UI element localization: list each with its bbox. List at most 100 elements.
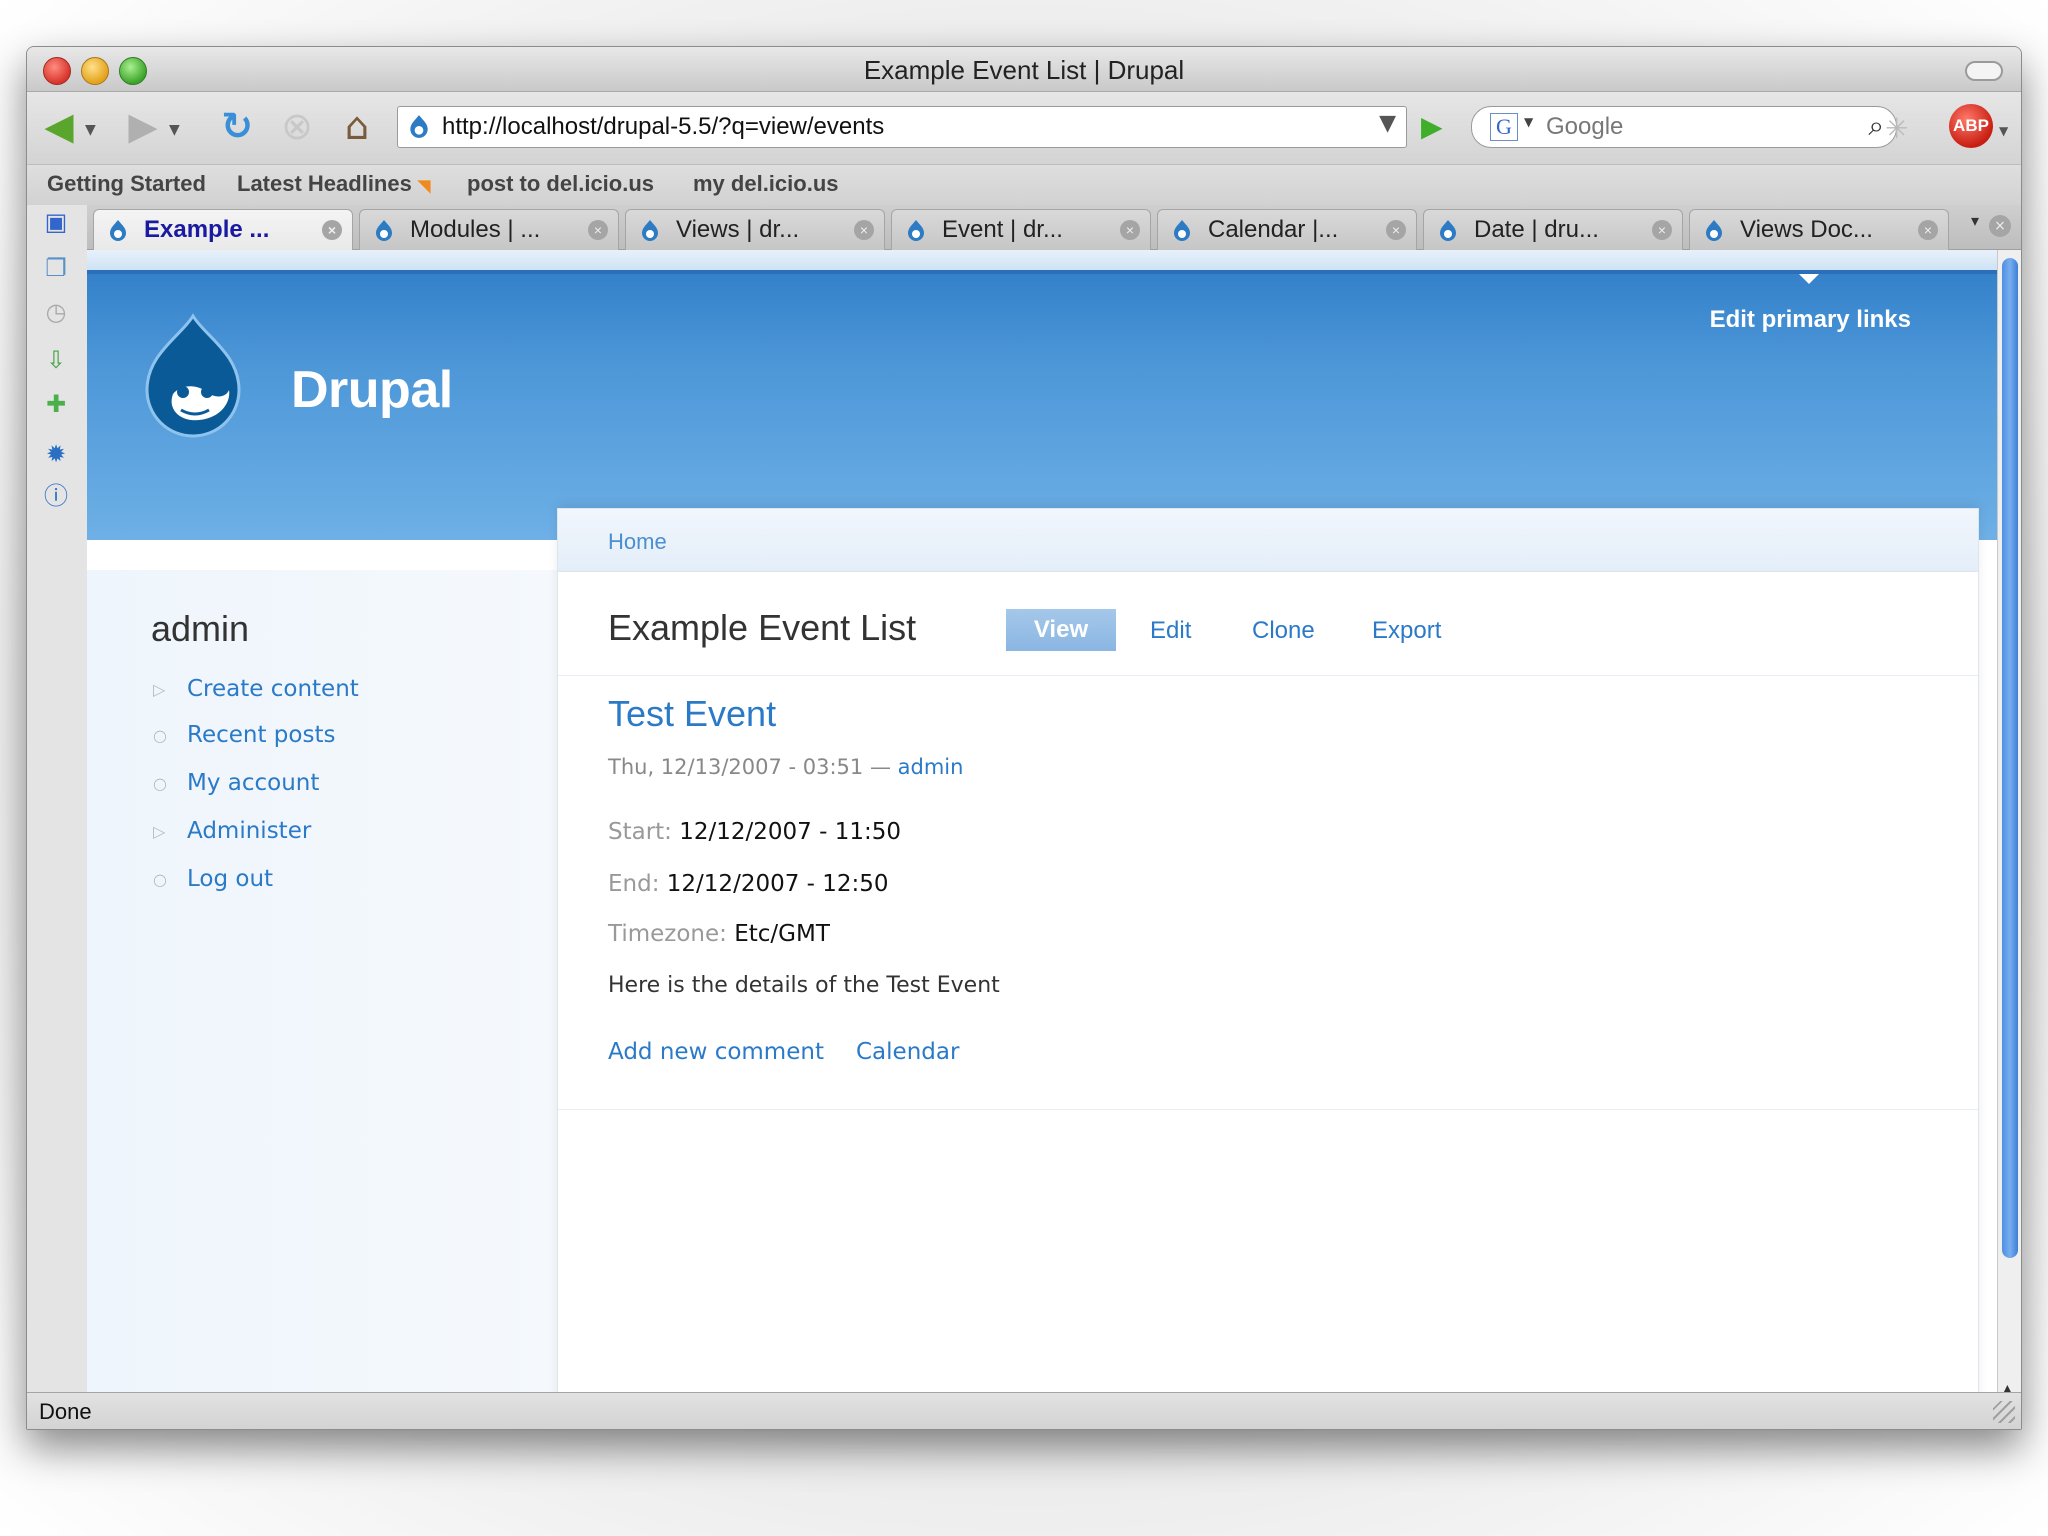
url-bar[interactable]: http://localhost/drupal-5.5/?q=view/even… (397, 106, 1407, 148)
calendar-link[interactable]: Calendar (856, 1039, 959, 1065)
title-bar: Example Event List | Drupal (27, 47, 2021, 92)
url-text[interactable]: http://localhost/drupal-5.5/?q=view/even… (442, 113, 884, 141)
drupal-logo-icon[interactable] (133, 312, 253, 440)
field-value: 12/12/2007 - 12:50 (666, 871, 889, 897)
downloads-icon[interactable]: ⇩ (41, 345, 71, 375)
screenshot-icon[interactable]: ▣ (41, 207, 71, 237)
bookmarks-sidebar-icon[interactable]: ❐ (41, 253, 71, 283)
nav-recent-posts[interactable]: Recent posts (187, 722, 335, 748)
nav-my-account[interactable]: My account (187, 770, 319, 796)
drupal-favicon-icon (410, 115, 428, 138)
back-history-dropdown[interactable]: ▼ (85, 122, 96, 138)
back-arrow-icon[interactable]: ◀ (35, 102, 83, 150)
field-label: End: (608, 871, 660, 897)
author-link[interactable]: admin (898, 755, 964, 779)
close-icon[interactable]: × (1386, 220, 1406, 240)
tab-calendar[interactable]: Calendar |... × (1157, 209, 1417, 250)
field-value: 12/12/2007 - 11:50 (679, 819, 902, 845)
close-icon[interactable]: × (1120, 220, 1140, 240)
tab-label: Example ... (144, 216, 270, 243)
close-icon[interactable]: × (1652, 220, 1672, 240)
tab-label: Views | dr... (676, 216, 800, 243)
page-content: Edit primary links Drupal admin ▷ Create… (87, 250, 1997, 1429)
bookmark-getting-started[interactable]: Getting Started (47, 171, 206, 197)
nav-log-out[interactable]: Log out (187, 866, 273, 892)
bookmarks-toolbar: Getting Started Latest Headlines ◥ post … (27, 164, 2021, 206)
close-icon[interactable]: × (588, 220, 608, 240)
activity-spinner-icon: ✳ (1885, 112, 1909, 145)
stop-icon[interactable]: ⊗ (273, 102, 321, 150)
close-icon[interactable]: × (1918, 220, 1938, 240)
nav-administer[interactable]: Administer (187, 818, 311, 844)
bookmark-label: Latest Headlines (237, 171, 412, 196)
user-block-title: admin (151, 608, 250, 649)
search-input[interactable]: Google (1546, 113, 1623, 141)
bookmark-latest-headlines[interactable]: Latest Headlines ◥ (237, 171, 430, 197)
reload-icon[interactable]: ↻ (213, 102, 261, 150)
bullet-circle-icon: ○ (153, 774, 167, 793)
main-content: Home Example Event List View Edit Clone … (557, 508, 1979, 1429)
gear-icon[interactable]: ✹ (41, 439, 71, 469)
tab-list-dropdown-icon[interactable]: ▾ (1971, 211, 1979, 230)
drupal-favicon-icon (642, 220, 658, 241)
vertical-scrollbar[interactable]: ▲ ▼ (1997, 250, 2021, 1429)
primary-links-pointer (1799, 274, 1819, 284)
tab-label: Calendar |... (1208, 216, 1339, 243)
field-end: End: 12/12/2007 - 12:50 (608, 871, 889, 897)
node-submitted: Thu, 12/13/2007 - 03:51 — admin (608, 755, 963, 779)
drupal-favicon-icon (110, 220, 126, 241)
drupal-favicon-icon (376, 220, 392, 241)
tab-label: Date | dru... (1474, 216, 1599, 243)
tab-example[interactable]: Example ... × (93, 209, 353, 250)
toolbar-toggle-button[interactable] (1965, 61, 2003, 81)
search-bar[interactable]: G ▼ Google ⌕ (1471, 106, 1897, 148)
edit-primary-links-link[interactable]: Edit primary links (1710, 306, 1911, 334)
node-title-link[interactable]: Test Event (608, 693, 776, 735)
node-body: Here is the details of the Test Event (608, 973, 1000, 998)
breadcrumb-home-link[interactable]: Home (608, 529, 667, 555)
bookmark-my-delicious[interactable]: my del.icio.us (693, 171, 839, 197)
nav-create-content[interactable]: Create content (187, 676, 359, 702)
field-label: Timezone: (608, 921, 727, 947)
tab-date[interactable]: Date | dru... × (1423, 209, 1683, 250)
page-title: Example Event List (608, 607, 917, 648)
drupal-favicon-icon (1174, 220, 1190, 241)
tab-export[interactable]: Export (1372, 617, 1441, 645)
breadcrumb: Home (558, 509, 1978, 572)
search-engine-dropdown-icon[interactable]: ▼ (1524, 115, 1533, 129)
history-clock-icon[interactable]: ◷ (41, 297, 71, 327)
home-icon[interactable]: ⌂ (333, 102, 381, 150)
window-title: Example Event List | Drupal (863, 55, 1185, 85)
addons-puzzle-icon[interactable]: ✚ (41, 389, 71, 419)
divider (558, 675, 1978, 676)
adblock-dropdown-icon[interactable]: ▼ (1999, 124, 2008, 138)
resize-grip-icon[interactable] (1993, 1401, 2015, 1423)
tab-event[interactable]: Event | dr... × (891, 209, 1151, 250)
close-icon[interactable]: × (322, 220, 342, 240)
forward-history-dropdown[interactable]: ▼ (169, 122, 180, 138)
go-arrow-icon[interactable]: ▶ (1421, 110, 1443, 143)
tab-edit[interactable]: Edit (1150, 617, 1191, 645)
bookmark-post-delicious[interactable]: post to del.icio.us (467, 171, 654, 197)
tab-view[interactable]: View (1006, 609, 1116, 651)
close-tab-icon[interactable]: × (1989, 215, 2011, 237)
tab-clone[interactable]: Clone (1252, 617, 1315, 645)
adblock-plus-button[interactable]: ABP (1949, 104, 1993, 148)
rss-feed-icon: ◥ (417, 178, 431, 195)
field-label: Start: (608, 819, 672, 845)
info-icon[interactable]: ⓘ (41, 481, 71, 511)
submitted-date: Thu, 12/13/2007 - 03:51 — (608, 755, 898, 779)
tab-views[interactable]: Views | dr... × (625, 209, 885, 250)
close-icon[interactable]: × (854, 220, 874, 240)
url-history-dropdown-icon[interactable]: ▼ (1379, 111, 1396, 136)
field-timezone: Timezone: Etc/GMT (608, 921, 830, 947)
search-icon[interactable]: ⌕ (1868, 109, 1884, 143)
google-engine-icon[interactable]: G (1490, 113, 1518, 141)
tab-strip: Example ... × Modules | ... × Views | dr… (87, 205, 2021, 250)
tab-views-docs[interactable]: Views Doc... × (1689, 209, 1949, 250)
site-name[interactable]: Drupal (291, 360, 453, 420)
add-comment-link[interactable]: Add new comment (608, 1039, 824, 1065)
tab-modules[interactable]: Modules | ... × (359, 209, 619, 250)
scrollbar-thumb[interactable] (2002, 258, 2018, 1258)
forward-arrow-icon[interactable]: ▶ (119, 102, 167, 150)
